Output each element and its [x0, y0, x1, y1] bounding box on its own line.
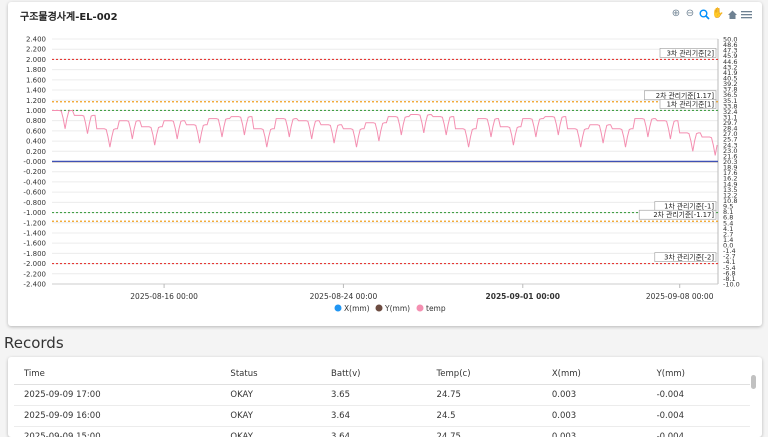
- legend-label: X(mm): [344, 304, 370, 313]
- y-tick-label: -2.000: [23, 260, 46, 268]
- y-tick-label: 2.200: [26, 46, 46, 54]
- y-tick-label: -0.600: [23, 189, 46, 197]
- y-tick-label: -1.200: [23, 219, 46, 227]
- y-tick-label: 0.800: [26, 117, 46, 125]
- cell-time: 2025-09-09 17:00: [14, 385, 220, 406]
- cell-x: 0.003: [542, 406, 647, 427]
- legend-label: Y(mm): [384, 304, 410, 313]
- x-tick-label: 2025-09-08 00:00: [646, 292, 714, 301]
- cell-batt: 3.64: [321, 427, 427, 437]
- y-tick-label: 0.600: [26, 127, 46, 135]
- y-tick-label: -2.200: [23, 270, 46, 278]
- cell-y: -0.004: [647, 406, 750, 427]
- cell-batt: 3.64: [321, 406, 427, 427]
- scrollbar-thumb[interactable]: [751, 375, 756, 389]
- cell-temp: 24.5: [427, 406, 542, 427]
- x-tick-label: 2025-08-24 00:00: [310, 292, 378, 301]
- cell-status: OKAY: [220, 385, 321, 406]
- cell-status: OKAY: [220, 406, 321, 427]
- threshold-label: 3차 관리기준[2]: [667, 48, 715, 57]
- records-table: Time Status Batt(v) Temp(c) X(mm) Y(mm) …: [14, 363, 750, 437]
- table-row[interactable]: 2025-09-09 17:00 OKAY 3.65 24.75 0.003 -…: [14, 385, 750, 406]
- y-tick-label: 1.800: [26, 66, 46, 74]
- col-time[interactable]: Time: [14, 363, 220, 385]
- table-row[interactable]: 2025-09-09 16:00 OKAY 3.64 24.5 0.003 -0…: [14, 406, 750, 427]
- y-tick-label: -1.000: [23, 209, 46, 217]
- cell-temp: 24.75: [427, 385, 542, 406]
- legend-marker: [376, 305, 383, 312]
- table-scrollbar[interactable]: [751, 367, 756, 427]
- y-tick-label: -2.400: [23, 281, 46, 289]
- col-temp[interactable]: Temp(c): [427, 363, 542, 385]
- legend-marker: [417, 305, 424, 312]
- records-table-card: Time Status Batt(v) Temp(c) X(mm) Y(mm) …: [8, 357, 762, 437]
- col-y[interactable]: Y(mm): [647, 363, 750, 385]
- line-chart: 2.400 2.200 2.000 1.800 1.600 1.400 1.200 1.000…: [0, 0, 768, 330]
- y-tick-label: 1.200: [26, 97, 46, 105]
- y-tick-label: -1.800: [23, 250, 46, 258]
- col-x[interactable]: X(mm): [542, 363, 647, 385]
- cell-time: 2025-09-09 15:00: [14, 427, 220, 437]
- cell-y: -0.004: [647, 385, 750, 406]
- y-tick-label: 1.400: [26, 87, 46, 95]
- table-row[interactable]: 2025-09-09 15:00 OKAY 3.64 24.75 0.003 -…: [14, 427, 750, 437]
- y-tick-label: 2.400: [26, 36, 46, 44]
- y-tick-label: -0.400: [23, 178, 46, 186]
- threshold-label: 3차 관리기준[-2]: [664, 253, 714, 262]
- threshold-label: 2차 관리기준[1.17]: [656, 91, 715, 100]
- col-batt[interactable]: Batt(v): [321, 363, 427, 385]
- cell-temp: 24.75: [427, 427, 542, 437]
- y-tick-label: -0.200: [23, 168, 46, 176]
- x-tick-label: 2025-08-16 00:00: [130, 292, 198, 301]
- y-tick-label: -0.800: [23, 199, 46, 207]
- cell-x: 0.003: [542, 385, 647, 406]
- legend-label: temp: [426, 304, 446, 313]
- x-tick-label: 2025-09-01 00:00: [486, 292, 560, 301]
- y2-tick-label: -10.0: [723, 281, 740, 289]
- y-tick-label: -0.000: [23, 158, 46, 166]
- threshold-label: 1차 관리기준[1]: [667, 99, 715, 108]
- threshold-label: 1차 관리기준[-1]: [664, 202, 714, 211]
- cell-status: OKAY: [220, 427, 321, 437]
- y-tick-label: 1.000: [26, 107, 46, 115]
- y-tick-label: -1.600: [23, 240, 46, 248]
- y-tick-label: 2.000: [26, 56, 46, 64]
- cell-x: 0.003: [542, 427, 647, 437]
- y-tick-label: -1.400: [23, 229, 46, 237]
- y-tick-label: 0.400: [26, 138, 46, 146]
- cell-time: 2025-09-09 16:00: [14, 406, 220, 427]
- records-title: Records: [4, 334, 64, 352]
- table-header-row: Time Status Batt(v) Temp(c) X(mm) Y(mm): [14, 363, 750, 385]
- col-status[interactable]: Status: [220, 363, 321, 385]
- series-temp-line: [52, 111, 717, 156]
- y-tick-label: 0.200: [26, 148, 46, 156]
- legend-marker: [335, 305, 342, 312]
- cell-y: -0.004: [647, 427, 750, 437]
- y-tick-label: 1.600: [26, 76, 46, 84]
- threshold-label: 2차 관리기준[-1.17]: [653, 210, 714, 219]
- cell-batt: 3.65: [321, 385, 427, 406]
